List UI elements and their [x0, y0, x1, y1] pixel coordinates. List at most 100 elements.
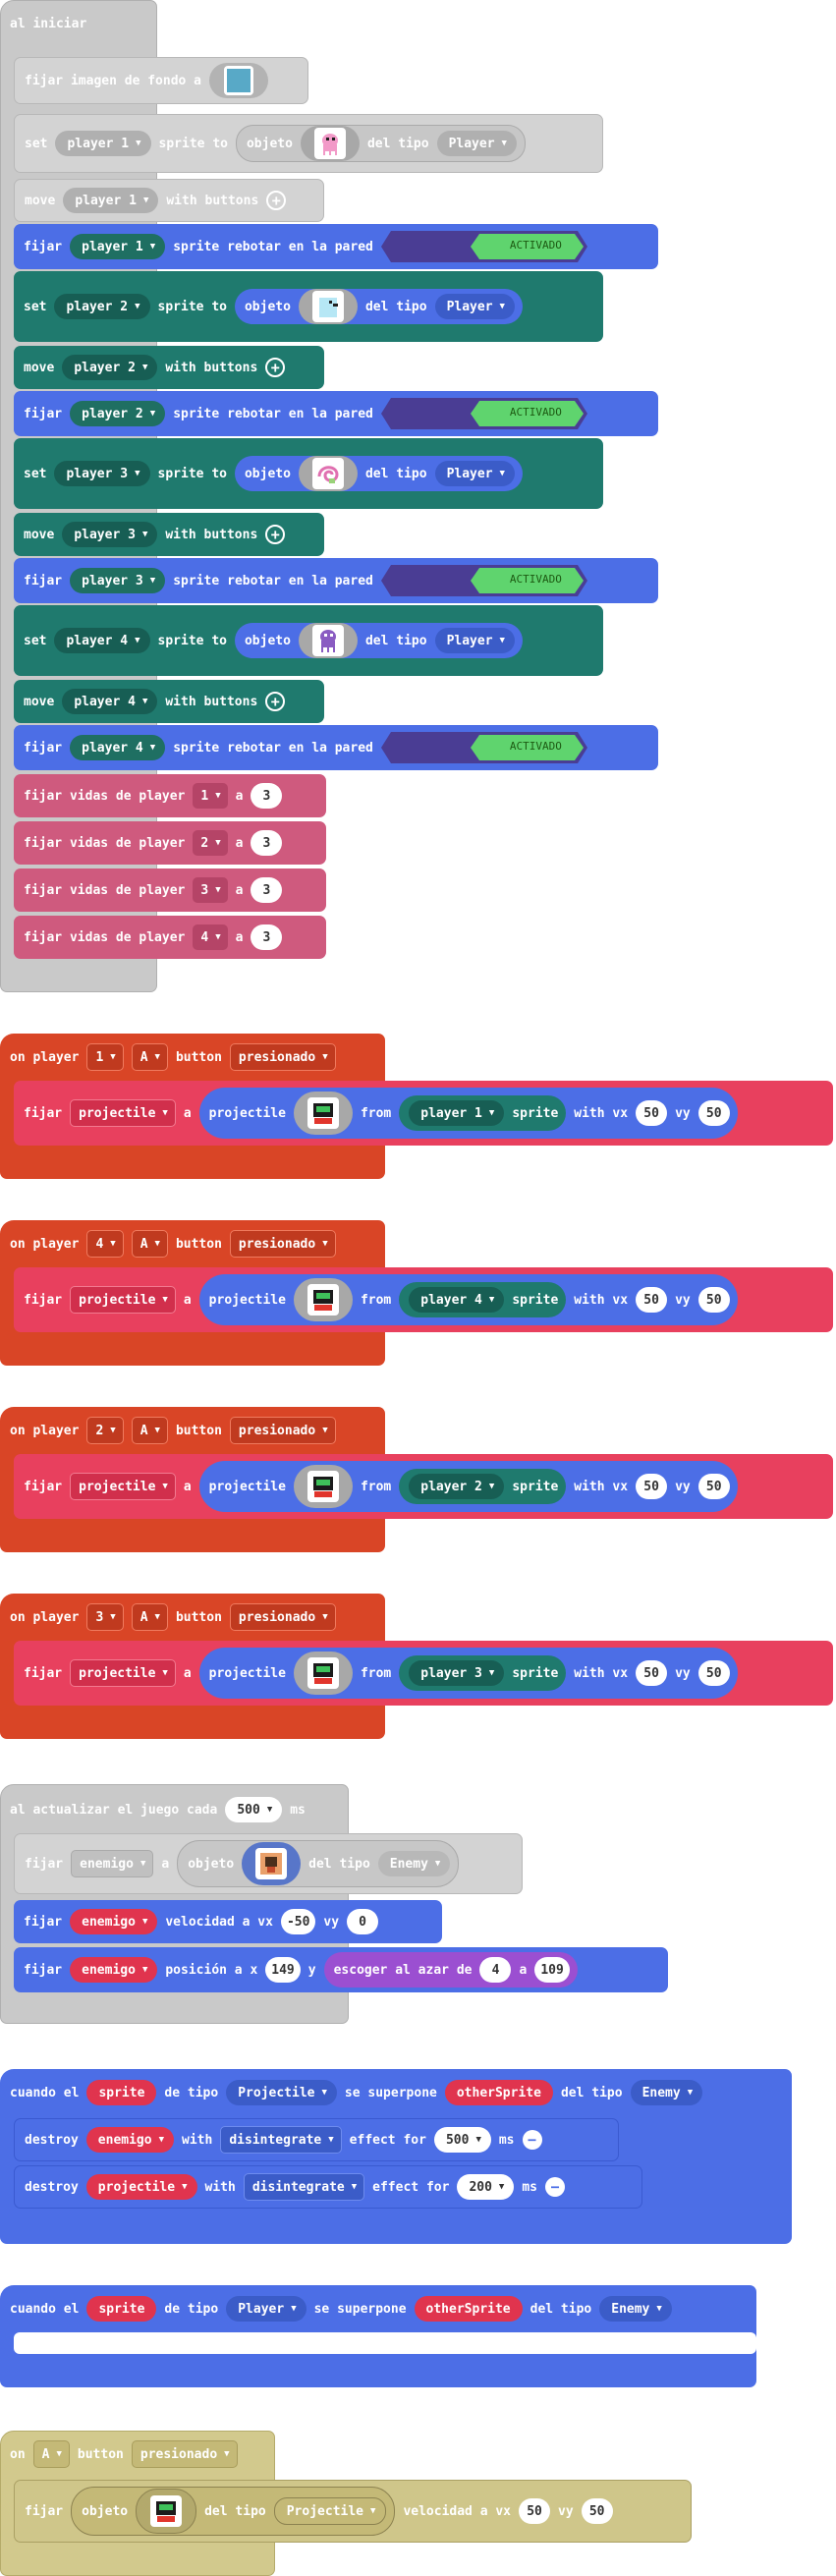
- vx-input[interactable]: 50: [636, 1474, 668, 1499]
- destroy-projectile-block[interactable]: destroy projectile ▼ with disintegrate ▼ e…: [14, 2165, 642, 2209]
- vx-input[interactable]: 50: [519, 2498, 551, 2524]
- kind-dropdown[interactable]: Player ▼: [434, 461, 515, 486]
- set-player-1-block[interactable]: set player 1 ▼ sprite to objeto del tipo …: [14, 114, 603, 173]
- set-player-4-block[interactable]: set player 4 ▼ sprite to objeto del tipo …: [14, 605, 603, 676]
- variable-dropdown[interactable]: enemigo ▼: [70, 1957, 158, 1983]
- vy-input[interactable]: 50: [697, 1287, 730, 1313]
- player-sprite-reporter[interactable]: player 2 ▼ sprite: [399, 1469, 567, 1504]
- sprite-variable[interactable]: sprite: [86, 2080, 157, 2105]
- state-dropdown[interactable]: presionado ▼: [229, 1043, 336, 1071]
- set-player-3-block[interactable]: set player 3 ▼ sprite to objeto del tipo …: [14, 438, 603, 509]
- button-dropdown[interactable]: A ▼: [131, 1230, 168, 1258]
- bounce-toggle[interactable]: ACTIVADO: [380, 565, 587, 596]
- variable-dropdown[interactable]: projectile ▼: [70, 1473, 176, 1500]
- button-event-hat[interactable]: on A ▼ button presionado ▼: [0, 2433, 275, 2476]
- sprite-image-field[interactable]: [136, 2489, 197, 2534]
- bounce-player-3-block[interactable]: fijar player 3 ▼ sprite rebotar en la par…: [14, 558, 658, 603]
- interval-dropdown[interactable]: 500 ▼: [225, 1797, 283, 1822]
- player-number-dropdown[interactable]: 2 ▼: [193, 830, 228, 856]
- variable-dropdown[interactable]: enemigo ▼: [71, 1850, 154, 1877]
- variable-dropdown[interactable]: projectile ▼: [70, 1286, 176, 1314]
- empty-statement-slot[interactable]: [14, 2332, 756, 2354]
- player-sprite-reporter[interactable]: player 1 ▼ sprite: [399, 1095, 567, 1131]
- controller-hat[interactable]: on player 1 ▼ A ▼ button presionado ▼: [0, 1036, 385, 1079]
- player-4-dropdown[interactable]: player 4 ▼: [54, 628, 150, 653]
- plus-circle-icon[interactable]: +: [265, 525, 286, 544]
- overlap-hat[interactable]: cuando el sprite de tipo Projectile ▼ se …: [0, 2071, 792, 2114]
- vy-input[interactable]: 50: [697, 1100, 730, 1126]
- button-dropdown[interactable]: A ▼: [32, 2440, 70, 2468]
- sprite-image-field[interactable]: [293, 1465, 353, 1508]
- vx-input[interactable]: 50: [636, 1287, 668, 1313]
- player-2-dropdown[interactable]: player 2 ▼: [62, 355, 158, 380]
- projectile-from-sprite-reporter[interactable]: projectile from player 2 ▼ sprite with vx…: [198, 1461, 738, 1512]
- effect-dropdown[interactable]: disintegrate ▼: [220, 2126, 342, 2154]
- bounce-player-2-block[interactable]: fijar player 2 ▼ sprite rebotar en la par…: [14, 391, 658, 436]
- sprite-image-field[interactable]: [293, 1278, 353, 1321]
- overlap-hat[interactable]: cuando el sprite de tipo Player ▼ se supe…: [0, 2287, 756, 2330]
- kind-dropdown[interactable]: Player ▼: [434, 628, 515, 653]
- kind-dropdown[interactable]: Projectile ▼: [273, 2497, 387, 2525]
- button-dropdown[interactable]: A ▼: [131, 1043, 168, 1071]
- vx-input[interactable]: -50: [280, 1909, 316, 1934]
- move-player-2-block[interactable]: move player 2 ▼ with buttons +: [14, 346, 324, 389]
- move-player-4-block[interactable]: move player 4 ▼ with buttons +: [14, 680, 324, 723]
- controller-hat[interactable]: on player 4 ▼ A ▼ button presionado ▼: [0, 1222, 385, 1265]
- kind-dropdown[interactable]: Player ▼: [436, 131, 517, 156]
- sprite-image-field[interactable]: [242, 1842, 302, 1885]
- set-player-2-block[interactable]: set player 2 ▼ sprite to objeto del tipo …: [14, 271, 603, 342]
- vy-input[interactable]: 50: [697, 1474, 730, 1499]
- set-velocity-block[interactable]: fijar enemigo ▼ velocidad a vx -50 vy 0: [14, 1900, 442, 1943]
- kind-dropdown[interactable]: Enemy ▼: [377, 1851, 451, 1876]
- player-1-dropdown[interactable]: player 1 ▼: [55, 131, 151, 156]
- state-dropdown[interactable]: presionado ▼: [229, 1603, 336, 1631]
- player-4-dropdown[interactable]: player 4 ▼: [70, 735, 166, 760]
- player-4-dropdown[interactable]: player 4 ▼: [62, 689, 158, 714]
- lives-value-input[interactable]: 3: [251, 830, 283, 856]
- x-input[interactable]: 149: [265, 1957, 301, 1983]
- vy-input[interactable]: 50: [581, 2498, 613, 2524]
- random-reporter[interactable]: escoger al azar de 4 a 109: [323, 1952, 578, 1988]
- player-3-dropdown[interactable]: player 3 ▼: [62, 522, 158, 547]
- sprite-of-kind-reporter[interactable]: objeto del tipo Projectile ▼: [71, 2487, 396, 2536]
- player-1-dropdown[interactable]: player 1 ▼: [70, 234, 166, 259]
- bounce-player-1-block[interactable]: fijar player 1 ▼ sprite rebotar en la par…: [14, 224, 658, 269]
- variable-dropdown[interactable]: projectile ▼: [85, 2174, 197, 2200]
- lives-value-input[interactable]: 3: [251, 783, 283, 809]
- duration-dropdown[interactable]: 200 ▼: [457, 2174, 515, 2200]
- player-number-dropdown[interactable]: 3 ▼: [86, 1603, 124, 1631]
- sprite-of-kind-reporter[interactable]: objeto del tipo Enemy ▼: [177, 1840, 460, 1887]
- player-number-dropdown[interactable]: 4 ▼: [193, 924, 228, 950]
- vx-input[interactable]: 50: [636, 1100, 668, 1126]
- bounce-toggle[interactable]: ACTIVADO: [380, 398, 587, 429]
- player-number-dropdown[interactable]: 4 ▼: [86, 1230, 124, 1258]
- set-position-block[interactable]: fijar enemigo ▼ posición a x 149 y escoge…: [14, 1947, 668, 1992]
- random-to-input[interactable]: 109: [534, 1957, 570, 1983]
- player-sprite-reporter[interactable]: player 4 ▼ sprite: [399, 1282, 567, 1317]
- sprite-of-kind-reporter[interactable]: objeto del tipo Player ▼: [234, 289, 523, 324]
- background-image-field[interactable]: [209, 63, 269, 98]
- sprite-image-field[interactable]: [293, 1652, 353, 1695]
- set-background-block[interactable]: fijar imagen de fondo a: [14, 57, 308, 104]
- move-player-1-block[interactable]: move player 1 ▼ with buttons +: [14, 179, 324, 222]
- vy-input[interactable]: 0: [347, 1909, 379, 1934]
- sprite-image-field[interactable]: [298, 623, 358, 658]
- controller-hat[interactable]: on player 3 ▼ A ▼ button presionado ▼: [0, 1596, 385, 1639]
- vy-input[interactable]: 50: [697, 1660, 730, 1686]
- other-kind-dropdown[interactable]: Enemy ▼: [630, 2080, 703, 2105]
- kind-dropdown[interactable]: Projectile ▼: [226, 2080, 337, 2105]
- set-lives-block[interactable]: fijar vidas de player 1 ▼ a 3: [14, 774, 326, 817]
- bounce-toggle[interactable]: ACTIVADO: [380, 231, 587, 262]
- other-sprite-variable[interactable]: otherSprite: [414, 2296, 523, 2322]
- player-dropdown[interactable]: player 2 ▼: [409, 1474, 505, 1499]
- sprite-image-field[interactable]: [298, 456, 358, 491]
- sprite-of-kind-reporter[interactable]: objeto del tipo Player ▼: [234, 623, 523, 658]
- sprite-image-field[interactable]: [293, 1092, 353, 1135]
- sprite-variable[interactable]: sprite: [86, 2296, 157, 2322]
- projectile-from-sprite-reporter[interactable]: projectile from player 1 ▼ sprite with vx…: [198, 1088, 738, 1139]
- sprite-of-kind-reporter[interactable]: objeto del tipo Player ▼: [234, 456, 523, 491]
- variable-dropdown[interactable]: enemigo ▼: [70, 1909, 158, 1934]
- plus-circle-icon[interactable]: +: [265, 692, 286, 711]
- plus-circle-icon[interactable]: +: [266, 191, 287, 210]
- set-lives-block[interactable]: fijar vidas de player 3 ▼ a 3: [14, 868, 326, 912]
